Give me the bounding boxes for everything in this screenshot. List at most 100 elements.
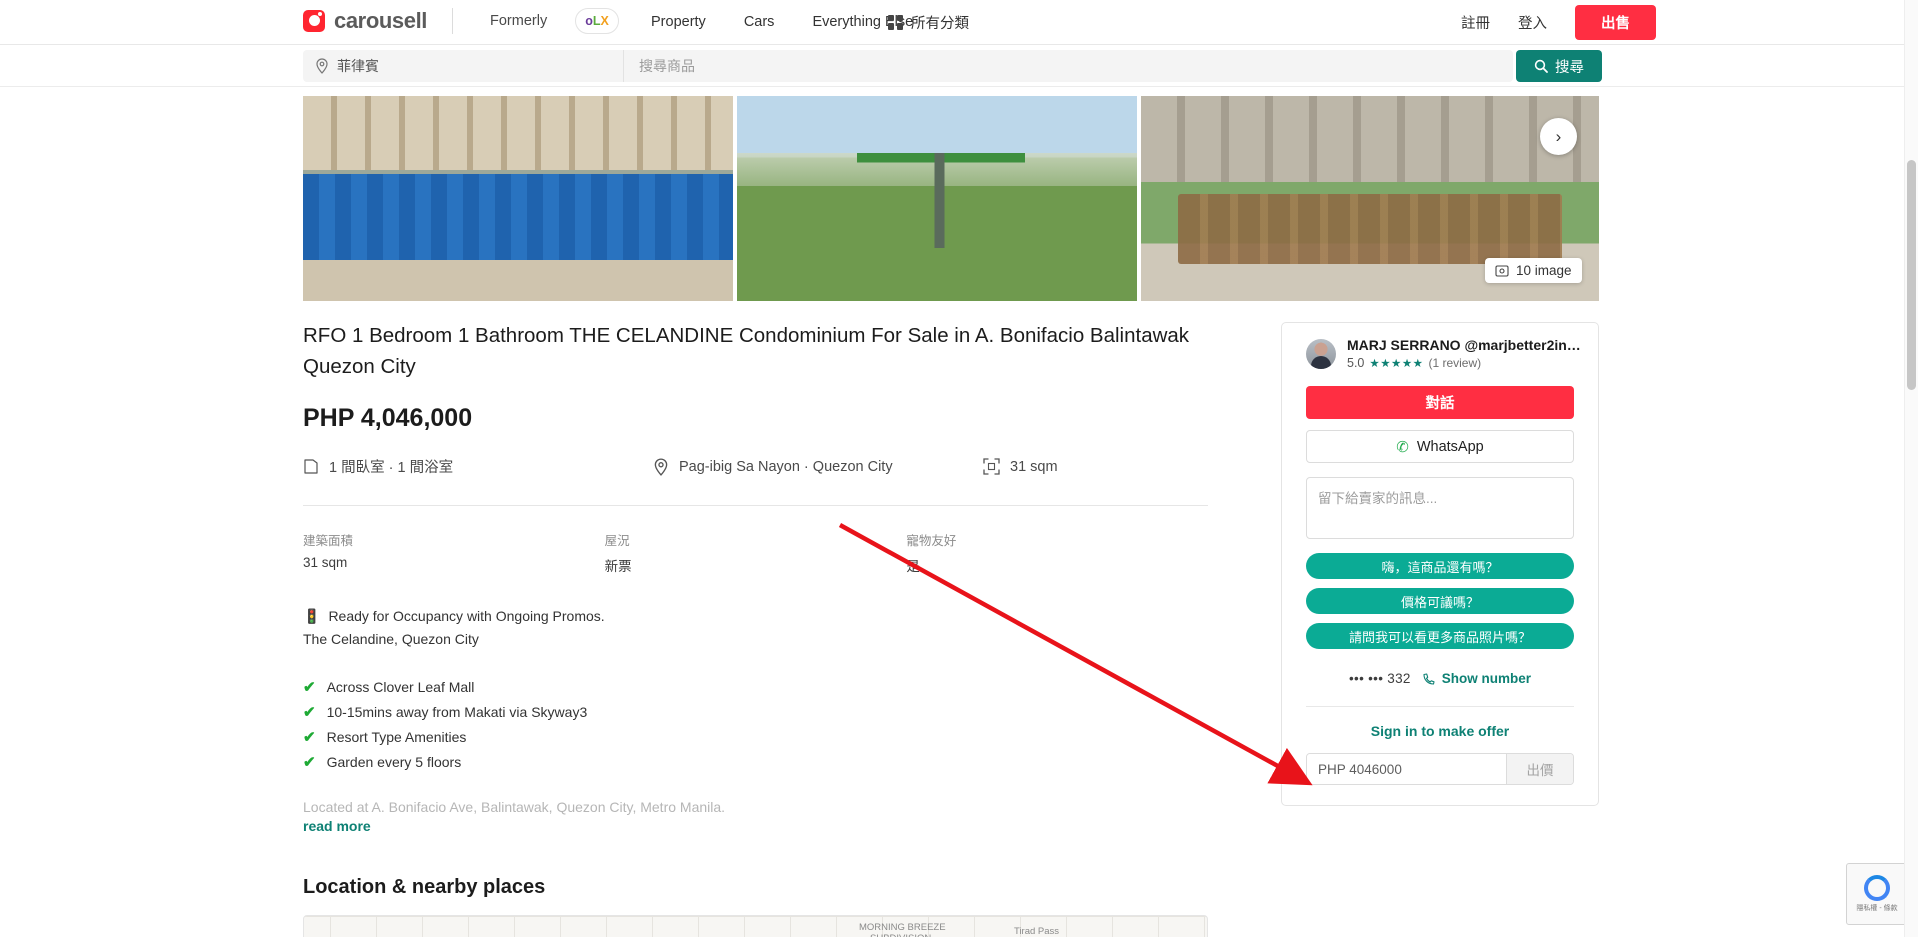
rooms-icon [304, 459, 318, 474]
spec-label: 屋況 [604, 534, 630, 548]
offer-input[interactable] [1307, 754, 1506, 784]
spec-condition: 屋況 新票 [605, 530, 907, 575]
spec-value: 新票 [604, 559, 632, 574]
list-item: ✔ 10-15mins away from Makati via Skyway3 [303, 700, 1208, 725]
check-icon: ✔ [303, 704, 316, 721]
offer-row: 出價 [1306, 753, 1574, 785]
attribute-area: 31 sqm [983, 458, 1058, 475]
message-input[interactable] [1306, 477, 1574, 539]
location-field[interactable]: 菲律賓 [303, 50, 623, 82]
feature-label: Resort Type Amenities [326, 729, 467, 745]
carousell-logo[interactable]: carousell [303, 8, 427, 34]
location-pin-icon [316, 58, 328, 74]
area-label: 31 sqm [1010, 458, 1058, 475]
gallery-next-icon[interactable]: › [1540, 118, 1577, 155]
seller-rating: 5.0 ★★★★★ (1 review) [1347, 356, 1581, 370]
review-count: (1 review) [1428, 356, 1482, 370]
formerly-label: Formerly [490, 12, 548, 29]
seller-info[interactable]: MARJ SERRANO @marjbetter2in… 5.0 ★★★★★ (… [1306, 337, 1581, 370]
nav-item-property[interactable]: Property [632, 0, 725, 45]
vertical-scrollbar[interactable] [1904, 0, 1918, 937]
listing-title: RFO 1 Bedroom 1 Bathroom THE CELANDINE C… [303, 324, 1190, 378]
quick-reply-available[interactable]: 嗨，這商品還有嗎？ [1306, 553, 1574, 579]
recaptcha-badge[interactable]: 隱私權 - 條款 [1846, 863, 1908, 925]
recaptcha-icon [1864, 875, 1890, 901]
spec-value: 31 sqm [303, 555, 348, 570]
area-icon [983, 458, 1000, 475]
image-count-badge[interactable]: 10 image [1485, 258, 1582, 283]
offer-button[interactable]: 出價 [1506, 754, 1573, 784]
map-pin-icon [654, 457, 668, 476]
feature-label: Garden every 5 floors [326, 754, 462, 770]
spec-floor-area: 建築面積 31 sqm [303, 530, 605, 575]
map-label: Tirad Pass [1014, 926, 1060, 937]
brand-name: carousell [334, 7, 428, 33]
sell-button[interactable]: 出售 [1575, 4, 1656, 40]
listing-description: 🚦 Ready for Occupancy with Ongoing Promo… [303, 605, 1208, 651]
masked-phone-number: ••• ••• 332 [1349, 671, 1411, 686]
location-value: 菲律賓 [337, 58, 379, 74]
image-count-label: 10 image [1516, 263, 1572, 278]
image-gallery[interactable] [303, 96, 1599, 301]
gallery-image-pool[interactable] [303, 96, 733, 301]
list-item: ✔ Across Clover Leaf Mall [303, 675, 1208, 700]
header-actions: 註冊 登入 出售 [1447, 0, 1918, 45]
description-headline: Ready for Occupancy with Ongoing Promos. [328, 608, 605, 624]
content-divider [303, 505, 1208, 506]
attribute-rooms: 1 間臥室 · 1 間浴室 [303, 456, 653, 477]
olx-letter-o: o [585, 13, 593, 28]
quick-reply-more-photos[interactable]: 請問我可以看更多商品照片嗎？ [1306, 623, 1574, 649]
listing-details: RFO 1 Bedroom 1 Bathroom THE CELANDINE C… [303, 320, 1208, 937]
phone-row: ••• ••• 332 Show number [1306, 671, 1574, 686]
listing-price: PHP 4,046,000 [303, 404, 473, 432]
location-section-title: Location & nearby places [303, 876, 546, 898]
description-faded-line: Located at A. Bonifacio Ave, Balintawak,… [303, 799, 726, 815]
search-input[interactable] [637, 57, 1513, 75]
chat-button[interactable]: 對話 [1306, 386, 1574, 419]
seller-name: MARJ SERRANO @marjbetter2in… [1347, 337, 1581, 353]
register-link[interactable]: 註冊 [1447, 12, 1504, 33]
description-subline: The Celandine, Quezon City [303, 631, 479, 647]
seller-card: MARJ SERRANO @marjbetter2in… 5.0 ★★★★★ (… [1281, 322, 1599, 806]
search-bar: 菲律賓 搜尋 [0, 45, 1918, 87]
show-number-button[interactable]: Show number [1422, 671, 1531, 686]
search-button-label: 搜尋 [1555, 59, 1584, 76]
nav-item-cars[interactable]: Cars [725, 0, 794, 45]
spec-pet-friendly: 寵物友好 是 [906, 530, 1208, 575]
map-label: SUBDIVISION [870, 933, 931, 937]
scrollbar-thumb[interactable] [1907, 160, 1916, 390]
location-label: Pag-ibig Sa Nayon · Quezon City [679, 458, 893, 475]
search-button[interactable]: 搜尋 [1516, 50, 1602, 82]
all-categories-button[interactable]: 所有分類 [888, 0, 969, 45]
gallery-image-playground[interactable] [737, 96, 1137, 301]
spec-grid: 建築面積 31 sqm 屋況 新票 寵物友好 是 [303, 530, 1208, 575]
olx-letter-x: X [600, 13, 609, 28]
card-divider [1306, 706, 1574, 707]
location-map[interactable]: MORNING BREEZE SUBDIVISION 124 Tirad Pas… [303, 915, 1208, 937]
feature-label: Across Clover Leaf Mall [326, 679, 475, 695]
grid-icon [888, 14, 903, 30]
map-grid [304, 916, 1207, 937]
star-icon: ★★★★★ [1369, 358, 1424, 370]
all-categories-label: 所有分類 [911, 15, 969, 32]
header-divider [452, 7, 453, 34]
whatsapp-label: WhatsApp [1416, 438, 1484, 455]
photo-icon [1495, 264, 1509, 277]
feature-label: 10-15mins away from Makati via Skyway3 [326, 704, 588, 720]
search-input-wrap[interactable] [623, 50, 1513, 82]
olx-letter-l: L [592, 13, 601, 28]
quick-reply-negotiable[interactable]: 價格可議嗎？ [1306, 588, 1574, 614]
sign-in-offer-link[interactable]: Sign in to make offer [1306, 723, 1574, 739]
login-link[interactable]: 登入 [1504, 12, 1561, 33]
read-more-link[interactable]: read more [303, 818, 1208, 834]
rooms-label: 1 間臥室 · 1 間浴室 [329, 460, 454, 476]
check-icon: ✔ [303, 679, 316, 696]
phone-icon [1423, 672, 1435, 685]
olx-logo-icon: oLX [575, 7, 619, 34]
whatsapp-button[interactable]: ✆ WhatsApp [1306, 430, 1574, 463]
list-item: ✔ Garden every 5 floors [303, 750, 1208, 775]
search-icon [1534, 59, 1548, 73]
spec-label: 寵物友好 [906, 534, 957, 548]
attribute-location: Pag-ibig Sa Nayon · Quezon City [653, 457, 983, 476]
carousell-logo-icon [303, 9, 325, 32]
